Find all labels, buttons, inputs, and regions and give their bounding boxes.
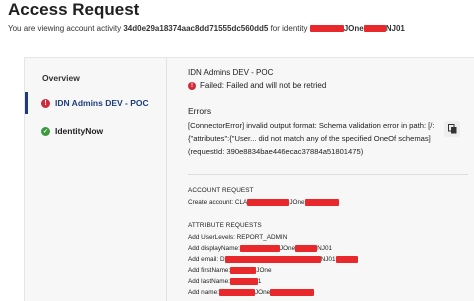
copy-button[interactable]: [444, 121, 460, 137]
error-message: [ConnectorError] invalid output format: …: [188, 121, 435, 156]
sidebar-item-label: IdentityNow: [55, 126, 104, 136]
identity-fragment: JOne: [343, 24, 364, 33]
sidebar-item-label: Overview: [42, 73, 80, 83]
sidebar-item-overview[interactable]: Overview: [25, 67, 167, 89]
active-indicator: [25, 92, 28, 114]
attr-text: 1: [257, 278, 262, 286]
error-icon: !: [41, 98, 50, 108]
attr-displayname: Add displayName: JOne NJ01: [188, 245, 332, 252]
sidebar-item-label: IDN Admins DEV - POC: [55, 98, 149, 108]
page-title: Access Request: [8, 0, 140, 19]
attr-text: Add email: D: [188, 256, 225, 264]
attr-text: Add lastName:: [188, 278, 230, 286]
attr-firstname: Add firstName: JOne: [188, 267, 272, 274]
attr-email: Add email: D NJ01: [188, 256, 358, 263]
redaction-mark: [363, 25, 386, 33]
redaction-mark: [295, 245, 318, 252]
redaction-mark: [304, 199, 339, 206]
request-panel: Overview ! IDN Admins DEV - POC ✓ Identi…: [24, 57, 474, 301]
attr-text: NJ01: [317, 245, 333, 253]
page-subtitle: You are viewing account activity 34d0e29…: [8, 24, 405, 33]
subtitle-prefix: You are viewing account activity: [8, 24, 122, 33]
redaction-mark: [335, 256, 358, 263]
redaction-mark: [230, 267, 257, 274]
redaction-mark: [218, 289, 255, 296]
redaction-mark: [309, 25, 344, 33]
activity-id: 34d0e29a18374aac8dd71555dc560dd5: [123, 24, 269, 33]
redaction-mark: [247, 199, 290, 206]
create-account-line: Create account: CLA JOne: [188, 199, 339, 206]
errors-heading: Errors: [188, 106, 212, 116]
sidebar-item-identitynow[interactable]: ✓ IdentityNow: [25, 120, 167, 142]
attr-text: Add name:: [188, 289, 219, 297]
attribute-requests-heading: ATTRIBUTE REQUESTS: [188, 222, 262, 229]
section-title: IDN Admins DEV - POC: [188, 68, 274, 77]
redaction-mark: [229, 278, 258, 285]
redaction-mark: [239, 245, 280, 252]
create-account-fragment: JOne: [289, 199, 305, 207]
attr-userlevels: Add UserLevels: REPORT_ADMIN: [188, 234, 288, 241]
identity-suffix: NJ01: [385, 24, 405, 33]
sidebar-item-idn-admins-dev-poc[interactable]: ! IDN Admins DEV - POC: [25, 92, 167, 114]
attr-text: JOne: [254, 289, 271, 297]
attr-text: Add displayName:: [188, 245, 240, 253]
identity-name: JOne NJ01: [309, 24, 405, 33]
create-account-text: Create account: CLA: [188, 199, 248, 207]
attr-text: JOne: [279, 245, 296, 253]
attr-lastname: Add lastName: 1: [188, 278, 261, 285]
account-request-heading: ACCOUNT REQUEST: [188, 187, 254, 194]
redaction-mark: [270, 289, 315, 296]
attr-name: Add name: JOne: [188, 289, 315, 297]
copy-icon: [447, 124, 456, 134]
divider: [188, 174, 468, 175]
sidebar: Overview ! IDN Admins DEV - POC ✓ Identi…: [25, 58, 167, 301]
attr-text: Add firstName:: [188, 267, 231, 275]
attr-text: NJ01: [320, 256, 336, 264]
error-icon: !: [188, 81, 196, 90]
detail-pane: IDN Admins DEV - POC ! Failed: Failed an…: [188, 58, 468, 301]
status-text: Failed: Failed and will not be retried: [200, 81, 327, 90]
attr-text: JOne: [256, 267, 272, 275]
redaction-mark: [224, 256, 321, 263]
status-line: ! Failed: Failed and will not be retried: [188, 81, 326, 90]
check-circle-icon: ✓: [41, 126, 50, 136]
subtitle-mid: for identity: [270, 24, 308, 33]
